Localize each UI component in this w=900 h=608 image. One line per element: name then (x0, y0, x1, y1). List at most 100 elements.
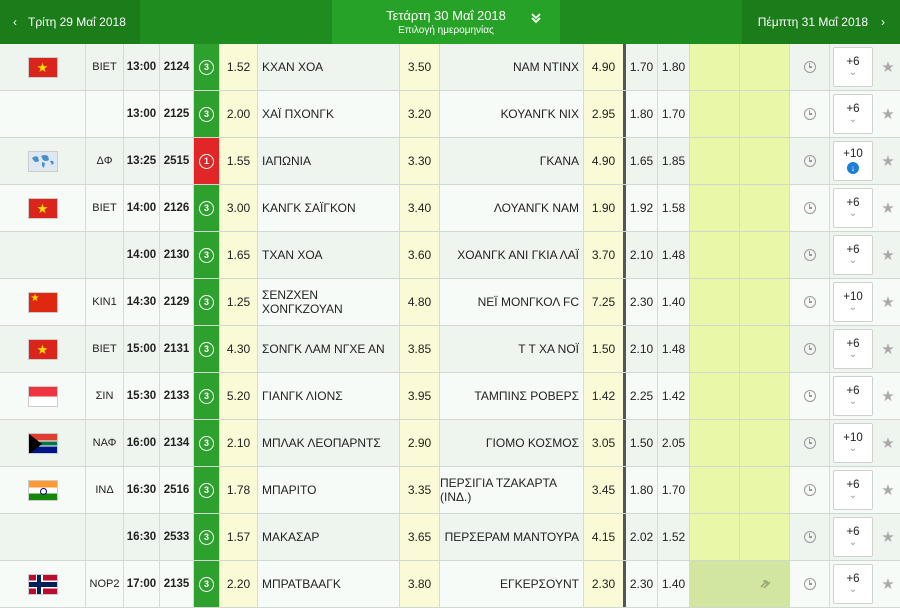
odd-draw-button[interactable]: 3.20 (400, 91, 440, 137)
odd-over-button[interactable]: 1.85 (658, 138, 690, 184)
odd-home-button[interactable]: 1.57 (220, 514, 258, 560)
odd-under-button[interactable]: 1.80 (626, 467, 658, 513)
more-markets-button[interactable]: +10 ↓ (833, 141, 873, 181)
star-icon[interactable]: ★ (881, 199, 894, 217)
empty-odds-slot[interactable] (740, 91, 790, 137)
odd-over-button[interactable]: 1.40 (658, 279, 690, 325)
empty-odds-slot[interactable] (690, 467, 740, 513)
odd-home-button[interactable]: 2.20 (220, 561, 258, 607)
odd-away-button[interactable]: 3.45 (584, 467, 626, 513)
empty-odds-slot[interactable] (690, 44, 740, 90)
more-markets-button[interactable]: +6 ⌄ (833, 47, 873, 87)
more-markets-button[interactable]: +6 ⌄ (833, 94, 873, 134)
odd-draw-button[interactable]: 2.90 (400, 420, 440, 466)
next-day-button[interactable]: Πέμπτη 31 Μαΐ 2018 › (742, 0, 900, 44)
odd-draw-button[interactable]: 3.30 (400, 138, 440, 184)
odd-over-button[interactable]: 1.70 (658, 91, 690, 137)
odd-under-button[interactable]: 2.10 (626, 326, 658, 372)
more-markets-button[interactable]: +6 ⌄ (833, 517, 873, 557)
odd-home-button[interactable]: 1.25 (220, 279, 258, 325)
empty-odds-slot[interactable] (740, 279, 790, 325)
odd-draw-button[interactable]: 3.85 (400, 326, 440, 372)
odd-over-button[interactable]: 1.40 (658, 561, 690, 607)
empty-odds-slot[interactable] (690, 91, 740, 137)
empty-odds-slot[interactable] (740, 467, 790, 513)
odd-draw-button[interactable]: 3.35 (400, 467, 440, 513)
empty-odds-slot[interactable] (690, 326, 740, 372)
empty-odds-slot[interactable] (690, 138, 740, 184)
odd-over-button[interactable]: 2.05 (658, 420, 690, 466)
odd-under-button[interactable]: 2.30 (626, 561, 658, 607)
empty-odds-slot[interactable] (740, 326, 790, 372)
odd-under-button[interactable]: 1.50 (626, 420, 658, 466)
odd-draw-button[interactable]: 3.40 (400, 185, 440, 231)
odd-home-button[interactable]: 1.52 (220, 44, 258, 90)
empty-odds-slot[interactable] (690, 279, 740, 325)
odd-away-button[interactable]: 1.50 (584, 326, 626, 372)
star-icon[interactable]: ★ (881, 246, 894, 264)
more-markets-button[interactable]: +6 ⌄ (833, 376, 873, 416)
star-icon[interactable]: ★ (881, 58, 894, 76)
empty-odds-slot[interactable] (740, 232, 790, 278)
empty-odds-slot[interactable] (740, 514, 790, 560)
odd-away-button[interactable]: 3.05 (584, 420, 626, 466)
star-icon[interactable]: ★ (881, 481, 894, 499)
odd-under-button[interactable]: 1.65 (626, 138, 658, 184)
odd-home-button[interactable]: 4.30 (220, 326, 258, 372)
odd-draw-button[interactable]: 3.80 (400, 561, 440, 607)
odd-home-button[interactable]: 1.65 (220, 232, 258, 278)
star-icon[interactable]: ★ (881, 387, 894, 405)
star-icon[interactable]: ★ (881, 340, 894, 358)
odd-away-button[interactable]: 1.90 (584, 185, 626, 231)
odd-away-button[interactable]: 2.30 (584, 561, 626, 607)
odd-away-button[interactable]: 4.90 (584, 138, 626, 184)
odd-over-button[interactable]: 1.48 (658, 326, 690, 372)
more-markets-button[interactable]: +6 ⌄ (833, 329, 873, 369)
odd-away-button[interactable]: 4.15 (584, 514, 626, 560)
empty-odds-slot[interactable] (690, 561, 740, 607)
odd-over-button[interactable]: 1.80 (658, 44, 690, 90)
odd-draw-button[interactable]: 3.65 (400, 514, 440, 560)
more-markets-button[interactable]: +6 ⌄ (833, 188, 873, 228)
odd-home-button[interactable]: 1.78 (220, 467, 258, 513)
empty-odds-slot[interactable] (740, 138, 790, 184)
odd-under-button[interactable]: 2.10 (626, 232, 658, 278)
empty-odds-slot[interactable] (740, 185, 790, 231)
odd-under-button[interactable]: 1.80 (626, 91, 658, 137)
more-markets-button[interactable]: +6 ⌄ (833, 564, 873, 604)
odd-under-button[interactable]: 1.92 (626, 185, 658, 231)
odd-home-button[interactable]: 2.00 (220, 91, 258, 137)
date-picker-button[interactable]: Τετάρτη 30 Μαΐ 2018 Επιλογή ημερομηνίας (332, 0, 560, 44)
odd-home-button[interactable]: 3.00 (220, 185, 258, 231)
star-icon[interactable]: ★ (881, 105, 894, 123)
empty-odds-slot[interactable] (740, 44, 790, 90)
odd-away-button[interactable]: 4.90 (584, 44, 626, 90)
odd-under-button[interactable]: 1.70 (626, 44, 658, 90)
prev-day-button[interactable]: ‹ Τρίτη 29 Μαΐ 2018 (0, 0, 140, 44)
odd-away-button[interactable]: 1.42 (584, 373, 626, 419)
odd-over-button[interactable]: 1.48 (658, 232, 690, 278)
empty-odds-slot[interactable] (740, 420, 790, 466)
star-icon[interactable]: ★ (881, 152, 894, 170)
empty-odds-slot[interactable] (690, 185, 740, 231)
star-icon[interactable]: ★ (881, 575, 894, 593)
odd-away-button[interactable]: 3.70 (584, 232, 626, 278)
odd-home-button[interactable]: 2.10 (220, 420, 258, 466)
odd-over-button[interactable]: 1.52 (658, 514, 690, 560)
odd-home-button[interactable]: 5.20 (220, 373, 258, 419)
odd-away-button[interactable]: 7.25 (584, 279, 626, 325)
empty-odds-slot[interactable] (740, 561, 790, 607)
empty-odds-slot[interactable] (690, 232, 740, 278)
odd-draw-button[interactable]: 4.80 (400, 279, 440, 325)
more-markets-button[interactable]: +6 ⌄ (833, 235, 873, 275)
more-markets-button[interactable]: +10 ⌄ (833, 282, 873, 322)
empty-odds-slot[interactable] (690, 514, 740, 560)
odd-draw-button[interactable]: 3.60 (400, 232, 440, 278)
odd-draw-button[interactable]: 3.50 (400, 44, 440, 90)
star-icon[interactable]: ★ (881, 434, 894, 452)
odd-draw-button[interactable]: 3.95 (400, 373, 440, 419)
more-markets-button[interactable]: +10 ⌄ (833, 423, 873, 463)
empty-odds-slot[interactable] (740, 373, 790, 419)
more-markets-button[interactable]: +6 ⌄ (833, 470, 873, 510)
odd-over-button[interactable]: 1.58 (658, 185, 690, 231)
